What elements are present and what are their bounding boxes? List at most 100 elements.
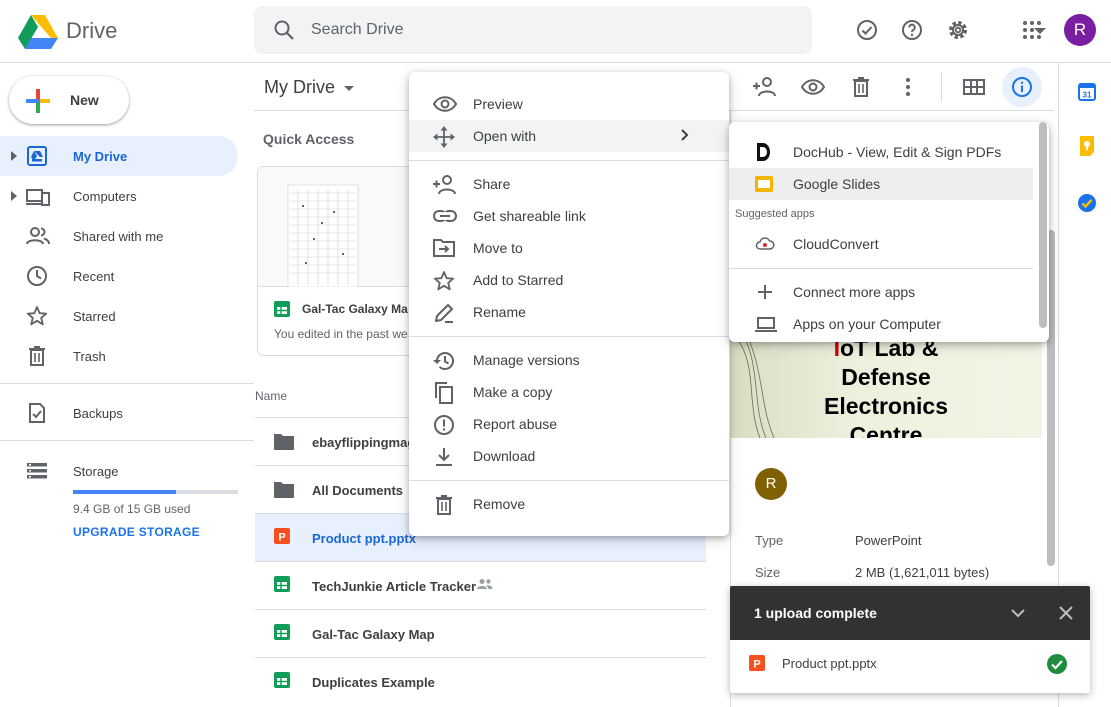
detail-label: Size [755, 565, 781, 580]
open-with-submenu: DocHub - View, Edit & Sign PDFs Google S… [729, 122, 1049, 342]
sidebar-divider [0, 440, 254, 441]
sidebar-item-storage[interactable]: Storage [0, 451, 238, 491]
add-person-icon [433, 174, 457, 196]
new-button[interactable]: New [9, 76, 129, 124]
help-icon[interactable] [900, 18, 924, 42]
keep-icon[interactable] [1078, 136, 1096, 156]
submenu-item-cloudconvert[interactable]: CloudConvert [729, 228, 1033, 260]
collapse-chevron-icon[interactable] [1010, 605, 1026, 621]
menu-item-label: Share [473, 176, 511, 192]
tasks-icon[interactable] [1077, 193, 1097, 213]
menu-item-preview[interactable]: Preview [409, 88, 729, 120]
pencil-icon [433, 302, 455, 324]
menu-item-open-with[interactable]: Open with [409, 120, 729, 152]
apps-grid-icon[interactable] [1020, 18, 1044, 42]
file-name: Product ppt.pptx [312, 531, 416, 546]
menu-item-label: Remove [473, 496, 526, 512]
info-icon [1011, 76, 1033, 98]
menu-divider [409, 480, 729, 481]
account-avatar[interactable]: R [1064, 14, 1096, 46]
storage-bar-fill [73, 490, 176, 494]
svg-text:31: 31 [1083, 91, 1092, 100]
submenu-item-google-slides[interactable]: Google Slides [729, 168, 1033, 200]
offline-ready-icon[interactable] [855, 18, 879, 42]
dochub-icon [755, 142, 771, 162]
eye-preview-icon[interactable] [801, 76, 825, 98]
calendar-icon[interactable]: 31 [1078, 83, 1096, 101]
sidebar-item-shared-with-me[interactable]: Shared with me [0, 216, 238, 256]
view-details-button[interactable] [1002, 67, 1042, 107]
add-person-icon[interactable] [753, 76, 777, 98]
sidebar-item-my-drive[interactable]: My Drive [0, 136, 238, 176]
uploaded-file-name[interactable]: Product ppt.pptx [782, 656, 877, 671]
my-drive-icon [26, 145, 48, 167]
chevron-down-icon[interactable] [343, 82, 355, 94]
more-vert-icon[interactable] [904, 76, 912, 98]
file-row[interactable]: Duplicates Example [255, 657, 706, 705]
laptop-icon [755, 314, 777, 334]
menu-item-add-to-starred[interactable]: Add to Starred [409, 264, 729, 296]
toast-title: 1 upload complete [754, 605, 877, 621]
move-arrows-icon [433, 126, 455, 148]
menu-item-make-a-copy[interactable]: Make a copy [409, 376, 729, 408]
menu-item-report-abuse[interactable]: Report abuse [409, 408, 729, 440]
search-icon[interactable] [272, 18, 296, 42]
backups-icon [26, 402, 48, 424]
menu-divider [409, 160, 729, 161]
sidebar-item-label: Starred [73, 309, 116, 324]
close-icon[interactable] [1058, 605, 1074, 621]
eye-icon [433, 94, 457, 114]
menu-item-rename[interactable]: Rename [409, 296, 729, 328]
owner-avatar[interactable]: R [755, 468, 787, 500]
drive-logo-icon[interactable] [18, 13, 58, 49]
menu-item-move-to[interactable]: Move to [409, 232, 729, 264]
sidebar-item-recent[interactable]: Recent [0, 256, 238, 296]
file-name: ebayflippingmag [312, 435, 416, 450]
expand-arrow-icon[interactable] [10, 191, 18, 201]
file-row[interactable]: Gal-Tac Galaxy Map [255, 609, 706, 657]
menu-item-download[interactable]: Download [409, 440, 729, 472]
name-column-header[interactable]: Name [255, 389, 287, 403]
sheets-file-icon [274, 576, 290, 592]
sidebar-item-computers[interactable]: Computers [0, 176, 238, 216]
sidebar-item-starred[interactable]: Starred [0, 296, 238, 336]
sidebar-item-backups[interactable]: Backups [0, 393, 238, 433]
menu-item-share[interactable]: Share [409, 168, 729, 200]
submenu-item-label: Google Slides [793, 176, 881, 192]
menu-divider [409, 336, 729, 337]
menu-item-manage-versions[interactable]: Manage versions [409, 344, 729, 376]
quick-access-file-subtitle: You edited in the past we [274, 327, 408, 341]
preview-line: Electronics [824, 393, 948, 419]
sidebar-item-trash[interactable]: Trash [0, 336, 238, 376]
app-name: Drive [66, 18, 118, 43]
settings-gear-icon[interactable] [946, 18, 970, 42]
menu-item-get-shareable-link[interactable]: Get shareable link [409, 200, 729, 232]
plus-icon [755, 282, 775, 302]
storage-used-text: 9.4 GB of 15 GB used [73, 502, 191, 516]
submenu-scrollbar[interactable] [1039, 122, 1047, 328]
menu-item-label: Get shareable link [473, 208, 586, 224]
search-input[interactable]: Search Drive [311, 21, 403, 39]
expand-arrow-icon[interactable] [10, 151, 18, 161]
detail-value: PowerPoint [855, 533, 922, 548]
menu-item-remove[interactable]: Remove [409, 488, 729, 520]
chevron-right-icon [679, 128, 691, 142]
page-title[interactable]: My Drive [264, 77, 335, 98]
submenu-item-apps-on-computer[interactable]: Apps on your Computer [729, 308, 1033, 340]
check-circle-icon [1046, 653, 1068, 675]
search-bar[interactable]: Search Drive [254, 6, 1046, 54]
clock-icon [26, 265, 48, 287]
grid-view-icon[interactable] [962, 76, 986, 98]
upgrade-storage-link[interactable]: UPGRADE STORAGE [73, 525, 200, 539]
preview-line: Centre [849, 422, 923, 438]
plus-icon [25, 88, 51, 114]
submenu-item-dochub[interactable]: DocHub - View, Edit & Sign PDFs [729, 136, 1033, 168]
submenu-item-label: Connect more apps [793, 284, 916, 300]
google-slides-icon [755, 174, 773, 194]
trash-icon [433, 494, 455, 516]
sidebar-item-label: Backups [73, 406, 123, 421]
file-row[interactable]: TechJunkie Article Tracker [255, 561, 706, 609]
trash-icon[interactable] [850, 76, 872, 98]
quick-access-card[interactable]: Gal-Tac Galaxy Ma You edited in the past… [257, 166, 417, 356]
submenu-item-connect-more-apps[interactable]: Connect more apps [729, 276, 1033, 308]
